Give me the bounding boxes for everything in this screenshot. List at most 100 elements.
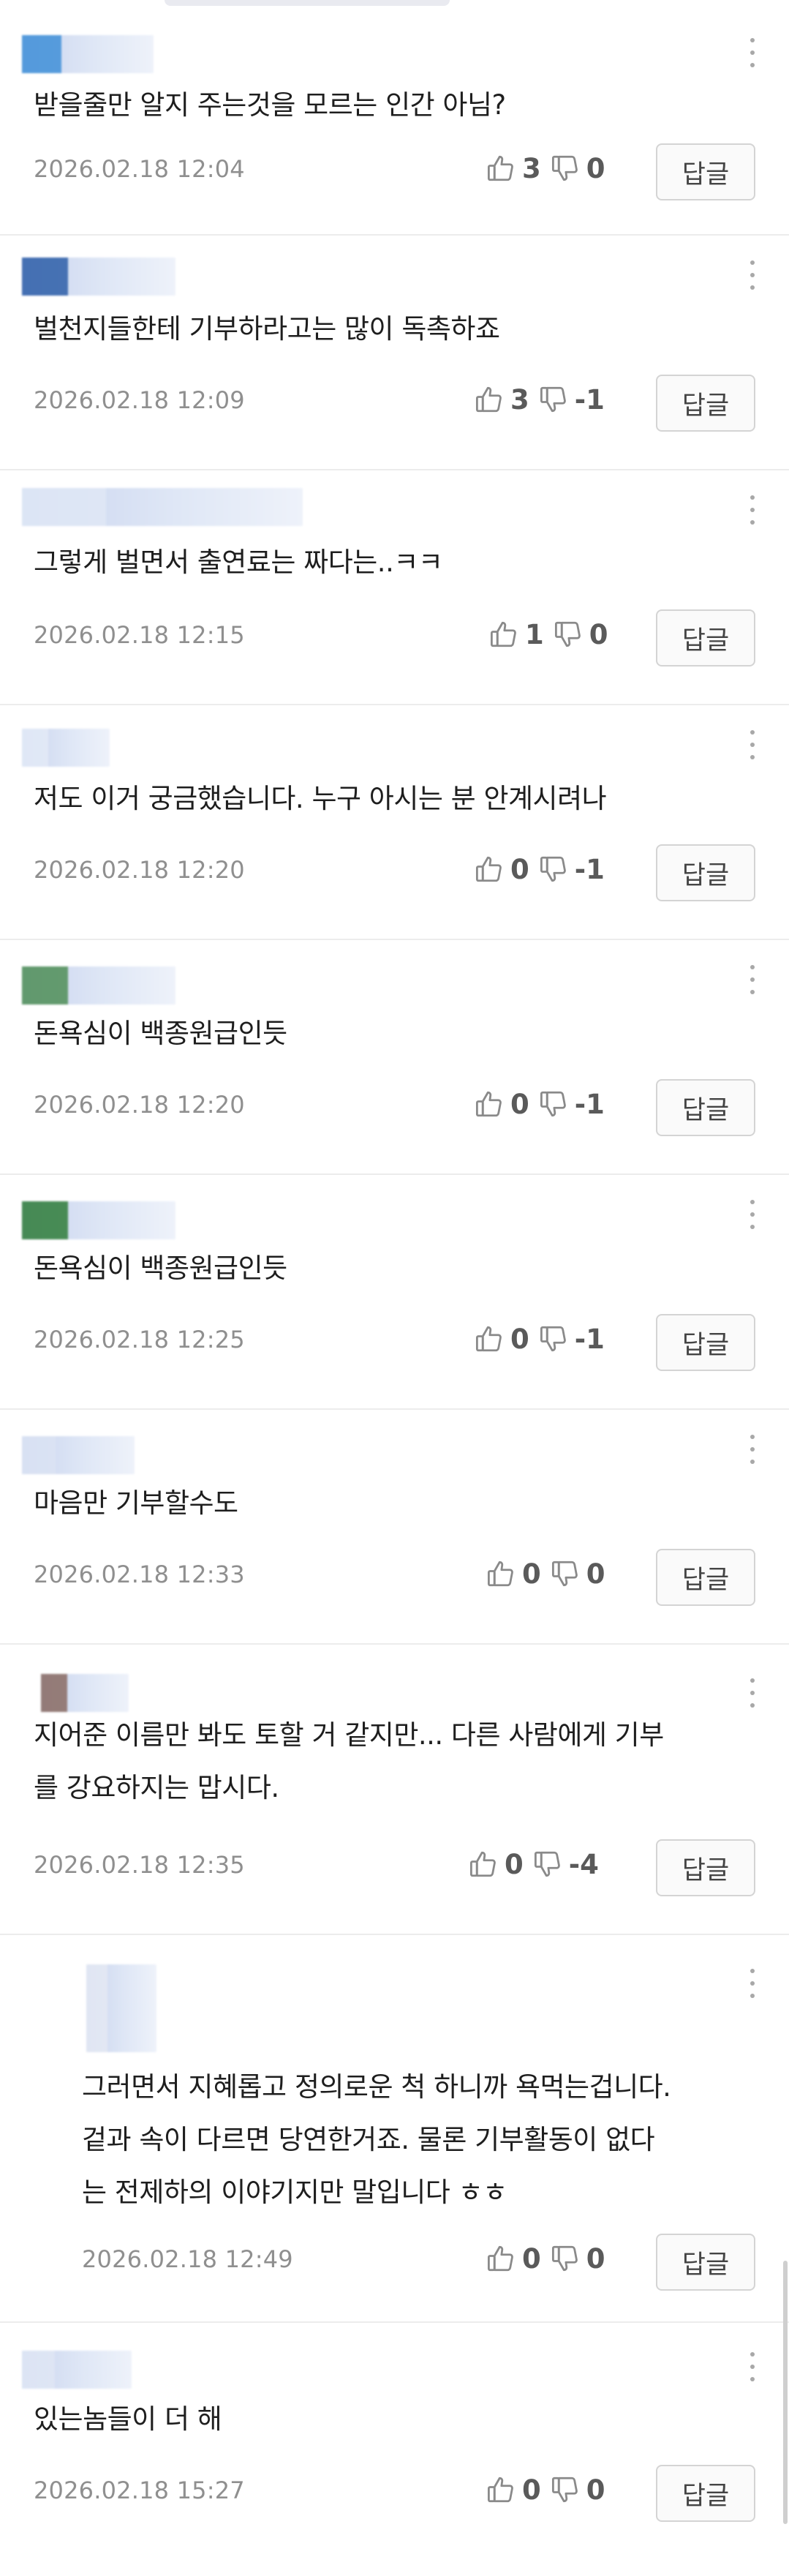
thumbs-up-icon (487, 2477, 513, 2503)
comment-date: 2026.02.18 12:04 (34, 155, 245, 183)
like-count: 0 (505, 1848, 524, 1880)
vote-controls: 3 -1 (474, 384, 614, 416)
like-button[interactable]: 3 (474, 384, 538, 416)
more-options-icon[interactable] (750, 1435, 755, 1464)
dislike-count: 0 (586, 2242, 605, 2275)
dislike-button[interactable]: 0 (550, 1558, 614, 1590)
dislike-button[interactable]: 0 (550, 2474, 614, 2506)
more-options-icon[interactable] (750, 1969, 755, 1998)
comment-text: 벌천지들한테 기부하라고는 많이 독촉하죠 (34, 313, 500, 345)
like-button[interactable]: 0 (474, 854, 538, 885)
reply-button[interactable]: 답글 (656, 2234, 755, 2291)
dislike-button[interactable]: -1 (538, 854, 614, 885)
comment-date: 2026.02.18 12:15 (34, 621, 245, 649)
like-count: 0 (510, 1088, 529, 1120)
more-options-icon[interactable] (750, 2352, 755, 2381)
dislike-button[interactable]: -1 (538, 1089, 614, 1120)
like-button[interactable]: 0 (474, 1089, 538, 1120)
comment-text: 를 강요하지는 맙시다. (34, 1772, 279, 1803)
comment-text: 겉과 속이 다르면 당연한거죠. 물론 기부활동이 없다 (82, 2124, 655, 2155)
comment-text: 는 전제하의 이야기지만 말입니다 ㅎㅎ (82, 2177, 507, 2208)
reply-button[interactable]: 답글 (656, 2465, 755, 2522)
dislike-count: 0 (589, 618, 608, 650)
dislike-button[interactable]: 0 (550, 153, 614, 184)
more-options-icon[interactable] (750, 965, 755, 994)
thumbs-down-icon (540, 1091, 566, 1117)
avatar (22, 1201, 175, 1239)
dislike-count: -1 (574, 383, 605, 416)
avatar (86, 1964, 156, 2052)
avatar (22, 258, 175, 296)
more-options-icon[interactable] (750, 495, 755, 525)
thumbs-down-icon (540, 1326, 566, 1352)
reply-button[interactable]: 답글 (656, 609, 755, 666)
thumbs-up-icon (469, 1851, 496, 1877)
reply-button[interactable]: 답글 (656, 1079, 755, 1136)
avatar (22, 35, 154, 73)
comment-date: 2026.02.18 12:09 (34, 386, 245, 414)
dislike-count: -4 (568, 1848, 599, 1880)
thumbs-up-icon (487, 155, 513, 181)
like-button[interactable]: 0 (474, 1323, 538, 1355)
thumbs-up-icon (487, 1561, 513, 1587)
like-button[interactable]: 0 (486, 1558, 550, 1590)
vote-controls: 1 0 (488, 619, 617, 650)
comment-text: 받을줄만 알지 주는것을 모르는 인간 아님? (34, 89, 506, 121)
comment-date: 2026.02.18 15:27 (34, 2477, 245, 2504)
reply-comment-item: 그러면서 지혜롭고 정의로운 척 하니까 욕먹는겁니다. 겉과 속이 다르면 당… (0, 1935, 789, 2323)
dislike-count: -1 (574, 853, 605, 885)
reply-button[interactable]: 답글 (656, 844, 755, 901)
vote-controls: 0 0 (486, 1558, 614, 1590)
like-button[interactable]: 0 (468, 1849, 532, 1880)
like-count: 1 (525, 618, 544, 650)
reply-button[interactable]: 답글 (656, 1549, 755, 1606)
comment-text: 마음만 기부할수도 (34, 1487, 238, 1519)
thumbs-down-icon (540, 386, 566, 413)
dislike-count: -1 (574, 1323, 605, 1355)
vote-controls: 0 -1 (474, 1323, 614, 1355)
avatar (41, 1674, 129, 1712)
reply-button[interactable]: 답글 (656, 1839, 755, 1896)
thumbs-up-icon (487, 2245, 513, 2272)
more-options-icon[interactable] (750, 1678, 755, 1708)
dislike-button[interactable]: -1 (538, 384, 614, 416)
reply-button[interactable]: 답글 (656, 143, 755, 200)
comment-thread: 받을줄만 알지 주는것을 모르는 인간 아님? 2026.02.18 12:04… (0, 25, 789, 2557)
comment-date: 2026.02.18 12:20 (34, 856, 245, 884)
like-button[interactable]: 1 (488, 619, 553, 650)
more-options-icon[interactable] (750, 260, 755, 290)
comment-text: 그렇게 벌면서 출연료는 짜다는..ㅋㅋ (34, 547, 443, 578)
thumbs-down-icon (540, 856, 566, 882)
comment-text: 그러면서 지혜롭고 정의로운 척 하니까 욕먹는겁니다. (82, 2071, 671, 2103)
thumbs-up-icon (475, 386, 502, 413)
comment-date: 2026.02.18 12:33 (34, 1561, 245, 1588)
thumbs-up-icon (475, 1091, 502, 1117)
dislike-button[interactable]: 0 (553, 619, 617, 650)
dislike-button[interactable]: -1 (538, 1323, 614, 1355)
like-count: 0 (510, 1323, 529, 1355)
thumbs-down-icon (554, 621, 581, 647)
comment-text: 지어준 이름만 봐도 토할 거 같지만... 다른 사람에게 기부 (34, 1719, 664, 1751)
reply-button[interactable]: 답글 (656, 1314, 755, 1371)
more-options-icon[interactable] (750, 1200, 755, 1229)
thumbs-up-icon (490, 621, 516, 647)
dislike-count: -1 (574, 1088, 605, 1120)
dislike-button[interactable]: 0 (550, 2243, 614, 2275)
scrollbar[interactable] (783, 2261, 788, 2524)
like-count: 0 (510, 853, 529, 885)
more-options-icon[interactable] (750, 730, 755, 759)
like-button[interactable]: 3 (486, 153, 550, 184)
like-button[interactable]: 0 (486, 2243, 550, 2275)
avatar (22, 488, 303, 526)
vote-controls: 0 -1 (474, 854, 614, 885)
dislike-button[interactable]: -4 (532, 1849, 608, 1880)
comment-date: 2026.02.18 12:35 (34, 1851, 245, 1879)
more-options-icon[interactable] (750, 38, 755, 67)
reply-button[interactable]: 답글 (656, 375, 755, 432)
comment-item: 벌천지들한테 기부하라고는 많이 독촉하죠 2026.02.18 12:09 3… (0, 236, 789, 470)
top-search-bar-edge (165, 0, 450, 6)
avatar (22, 729, 110, 767)
comment-text: 있는놈들이 더 해 (34, 2403, 222, 2435)
like-button[interactable]: 0 (486, 2474, 550, 2506)
like-count: 0 (522, 2474, 541, 2506)
